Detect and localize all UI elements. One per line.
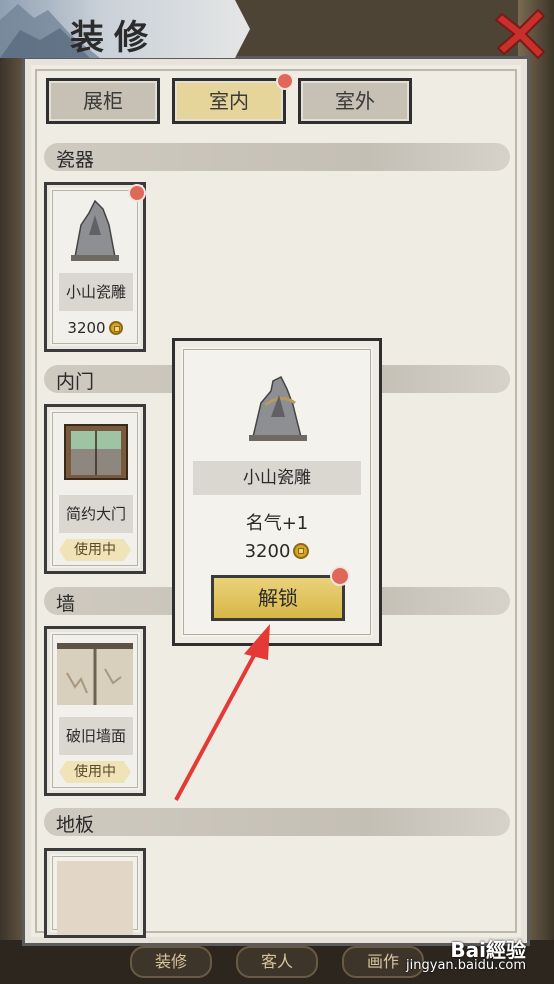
close-icon[interactable] [494, 4, 550, 60]
card-old-wall[interactable]: 破旧墙面 使用中 [44, 626, 146, 796]
tab-indoor[interactable]: 室内 [172, 78, 286, 124]
card-name: 破旧墙面 [59, 717, 133, 755]
section-label: 地板 [56, 814, 95, 836]
notification-dot [276, 72, 294, 90]
mountain-sculpture-icon [249, 375, 307, 441]
door-icon [64, 424, 128, 480]
bottom-tab-guests[interactable]: 客人 [236, 946, 318, 978]
wall-icon [57, 643, 133, 705]
card-porcelain-mountain[interactable]: 小山瓷雕 3200 [44, 182, 146, 352]
notification-dot [128, 184, 146, 202]
popup-price: 3200 [175, 541, 379, 562]
card-floor[interactable] [44, 848, 146, 938]
card-simple-door[interactable]: 简约大门 使用中 [44, 404, 146, 574]
in-use-badge: 使用中 [59, 761, 131, 783]
in-use-badge: 使用中 [59, 539, 131, 561]
watermark-brand: Bai經验 [450, 938, 526, 962]
section-label: 瓷器 [56, 149, 95, 171]
coin-icon [108, 321, 123, 335]
card-name: 小山瓷雕 [59, 273, 133, 311]
popup-item-name: 小山瓷雕 [193, 461, 361, 495]
notification-dot [330, 566, 350, 586]
mountain-sculpture-icon [71, 199, 119, 261]
section-porcelain: 瓷器 [44, 143, 510, 171]
section-floor: 地板 [44, 808, 510, 836]
watermark-url: jingyan.baidu.com [406, 958, 526, 973]
price-value: 3200 [244, 541, 291, 562]
card-price: 3200 [47, 319, 143, 337]
item-detail-popup: 小山瓷雕 名气+1 3200 解锁 [172, 338, 382, 646]
bottom-tab-decorate[interactable]: 装修 [130, 946, 212, 978]
floor-texture [57, 861, 133, 935]
tab-outdoor[interactable]: 室外 [298, 78, 412, 124]
card-name: 简约大门 [59, 495, 133, 533]
tab-cabinet[interactable]: 展柜 [46, 78, 160, 124]
unlock-button[interactable]: 解锁 [211, 575, 345, 621]
coin-icon [293, 543, 310, 559]
price-value: 3200 [67, 319, 106, 337]
section-label: 墙 [56, 593, 76, 615]
popup-fame-bonus: 名气+1 [245, 513, 309, 534]
watermark: Bai經验 jingyan.baidu.com [406, 938, 526, 974]
section-label: 内门 [56, 371, 95, 393]
page-title: 装修 [70, 18, 158, 58]
